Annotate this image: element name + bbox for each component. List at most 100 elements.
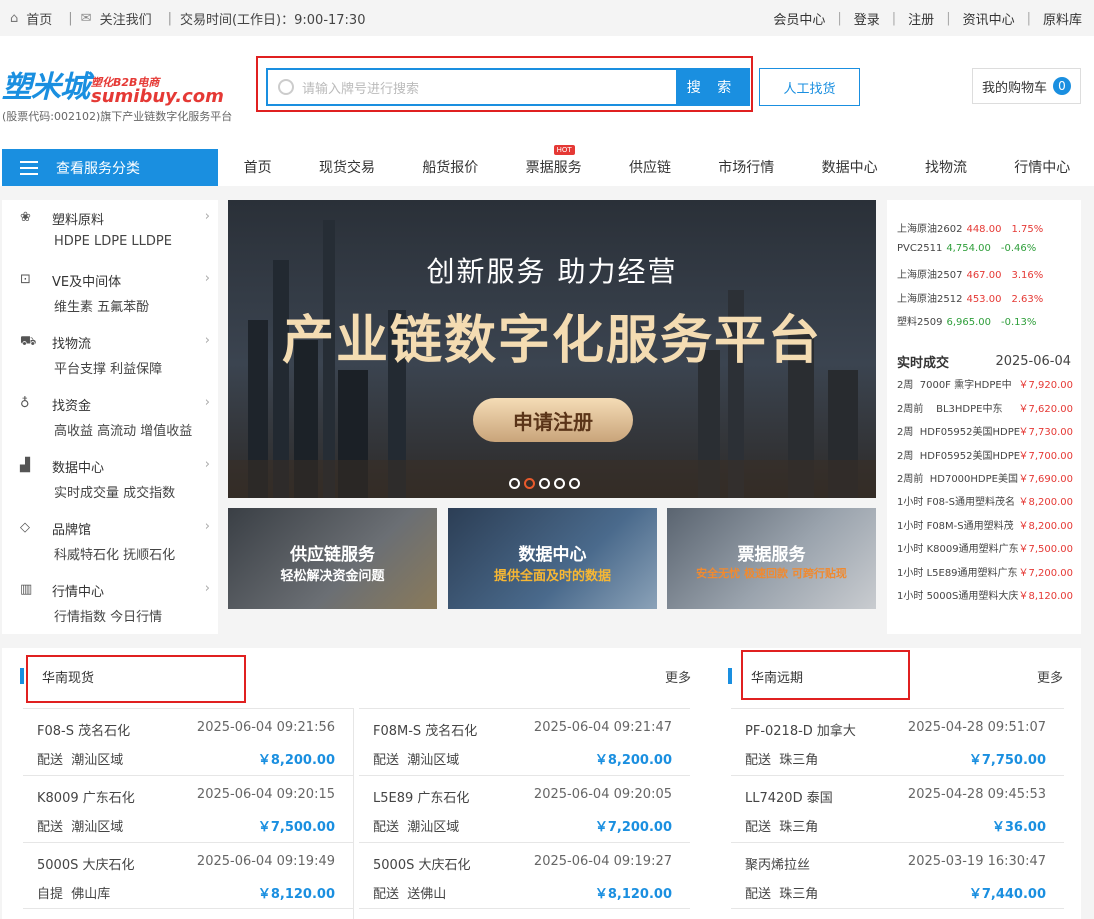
carousel-dot[interactable]: [569, 478, 580, 489]
listing-card[interactable]: K8009 广东石化 2025-06-04 09:20:15 配送 潮汕区域 ￥…: [23, 775, 353, 842]
listing-card[interactable]: L5E89 广东石化 2025-06-04 09:20:05 配送 潮汕区域 ￥…: [359, 775, 690, 842]
nav-bill-service[interactable]: 票据服务: [526, 160, 582, 176]
chevron-right-icon: ›: [204, 395, 210, 410]
listing-mode: 自提: [37, 887, 64, 902]
promo-title: 票据服务: [737, 545, 806, 565]
register-link[interactable]: 注册: [908, 9, 934, 28]
carousel-dot-active[interactable]: [524, 478, 535, 489]
trade-price: ￥8,120.00: [1018, 591, 1073, 602]
quote-row[interactable]: PVC2511 4,754.00 -0.46%: [897, 243, 1036, 254]
side-item-brand[interactable]: ◇ 品牌馆 科威特石化 抚顺石化 ›: [2, 510, 218, 572]
home-link[interactable]: 首页: [26, 9, 52, 28]
listing-card[interactable]: 聚丙烯拉丝 2025-03-19 16:30:47 配送 珠三角 ￥7,440.…: [731, 842, 1064, 909]
carousel-dot[interactable]: [554, 478, 565, 489]
category-button-label: 查看服务分类: [56, 160, 140, 177]
listing-time: 2025-06-04 09:19:49: [196, 854, 335, 869]
nav-supply-chain[interactable]: 供应链: [629, 157, 671, 177]
trade-row[interactable]: 1小时 5000S通用塑料大庆 ￥8,120.00: [897, 587, 1073, 602]
trade-row[interactable]: 1小时 F08M-S通用塑料茂 ￥8,200.00: [897, 517, 1073, 532]
search-input[interactable]: 请输入牌号进行搜索: [268, 70, 676, 104]
promo-bill-service[interactable]: 票据服务 安全无忧 极速回款 可跨行贴现: [667, 508, 876, 609]
listing-card[interactable]: PF-0218-D 加拿大 2025-04-28 09:51:07 配送 珠三角…: [731, 708, 1064, 775]
more-link[interactable]: 更多: [1037, 667, 1063, 686]
manual-search-button[interactable]: 人工找货: [759, 68, 860, 106]
nav-market[interactable]: 市场行情: [718, 157, 774, 177]
side-item-ve[interactable]: ⊡ VE及中间体 维生素 五氟苯酚 ›: [2, 262, 218, 324]
promo-supply-chain[interactable]: 供应链服务 轻松解决资金问题: [228, 508, 437, 609]
side-item-logistics[interactable]: ⛟ 找物流 平台支撑 利益保障 ›: [2, 324, 218, 386]
search-button[interactable]: 搜 索: [676, 70, 748, 104]
follow-link[interactable]: 关注我们: [100, 9, 152, 28]
listing-mode: 配送: [745, 887, 772, 902]
hero-banner[interactable]: 创新服务 助力经营 产业链数字化服务平台 申请注册: [228, 200, 876, 498]
listing-price: ￥8,120.00: [594, 887, 672, 902]
quote-name: 上海原油2602: [897, 224, 963, 235]
molecule-icon: ❀: [20, 210, 31, 225]
listing-area: 潮汕区域: [407, 820, 460, 835]
nav-logistics[interactable]: 找物流: [925, 157, 967, 177]
listing-name: F08M-S 茂名石化: [373, 724, 478, 739]
trade-row[interactable]: 1小时 F08-S通用塑料茂名 ￥8,200.00: [897, 493, 1073, 508]
quote-row[interactable]: 上海原油2602 448.00 1.75%: [897, 220, 1043, 235]
listing-area: 佛山库: [71, 887, 111, 902]
side-item-data-center[interactable]: ▟ 数据中心 实时成交量 成交指数 ›: [2, 448, 218, 510]
quote-row[interactable]: 上海原油2507 467.00 3.16%: [897, 266, 1043, 281]
quote-name: 上海原油2512: [897, 294, 963, 305]
listing-delivery: 配送 潮汕区域: [373, 749, 459, 768]
listing-price: ￥7,500.00: [257, 820, 335, 835]
site-logo[interactable]: 塑米城 塑化B2B电商 sumibuy.com (股票代码:002102)旗下产…: [2, 62, 232, 124]
news-center-link[interactable]: 资讯中心: [963, 9, 1015, 28]
side-item-quote-center[interactable]: ▥ 行情中心 行情指数 今日行情 ›: [2, 572, 218, 634]
cart-button[interactable]: 我的购物车 0: [972, 68, 1081, 104]
login-link[interactable]: 登录: [854, 9, 880, 28]
side-item-plastics[interactable]: ❀ 塑料原料 HDPE LDPE LLDPE ›: [2, 200, 218, 262]
quote-row[interactable]: 上海原油2512 453.00 2.63%: [897, 290, 1043, 305]
listing-card[interactable]: 5000S 大庆石化 2025-06-04 09:19:49 自提 佛山库 ￥8…: [23, 842, 353, 909]
carousel-dot[interactable]: [539, 478, 550, 489]
listing-area: 珠三角: [779, 887, 819, 902]
listing-time: 2025-06-04 09:20:05: [533, 787, 672, 802]
chevron-right-icon: ›: [204, 333, 210, 348]
nav-data-center[interactable]: 数据中心: [822, 157, 878, 177]
listing-card[interactable]: LL7420D 泰国 2025-04-28 09:45:53 配送 珠三角 ￥3…: [731, 775, 1064, 842]
listing-price: ￥7,200.00: [594, 820, 672, 835]
trade-row[interactable]: 1小时 K8009通用塑料广东 ￥7,500.00: [897, 540, 1073, 555]
listing-name: K8009 广东石化: [37, 791, 135, 806]
side-item-funding[interactable]: ♁ 找资金 高收益 高流动 增值收益 ›: [2, 386, 218, 448]
trade-row[interactable]: 1小时 L5E89通用塑料广东 ￥7,200.00: [897, 564, 1073, 579]
trade-row[interactable]: 2周 HDF05952美国HDPE ￥7,700.00: [897, 447, 1073, 462]
promo-data-center[interactable]: 数据中心 提供全面及时的数据: [448, 508, 657, 609]
chevron-right-icon: ›: [204, 271, 210, 286]
listing-card[interactable]: F08M-S 茂名石化 2025-06-04 09:21:47 配送 潮汕区域 …: [359, 708, 690, 775]
banner-title: 产业链数字化服务平台: [281, 311, 822, 371]
nav-home[interactable]: 首页: [244, 157, 272, 177]
register-cta-button[interactable]: 申请注册: [473, 398, 633, 442]
member-center-link[interactable]: 会员中心: [773, 9, 825, 28]
promo-title: 数据中心: [518, 545, 587, 565]
trade-time: 1小时: [897, 544, 924, 555]
listing-name: L5E89 广东石化: [373, 791, 470, 806]
category-menu-button[interactable]: 查看服务分类: [2, 149, 218, 186]
more-link[interactable]: 更多: [665, 667, 691, 686]
trade-row[interactable]: 2周 HDF05952美国HDPE ￥7,730.00: [897, 423, 1073, 438]
trade-desc: L5E89通用塑料广东: [926, 568, 1018, 579]
hot-badge: HOT: [553, 145, 575, 155]
trade-row[interactable]: 2周 7000F 熏字HDPE中 ￥7,920.00: [897, 376, 1073, 391]
promo-subtitle: 轻松解决资金问题: [280, 569, 385, 584]
material-library-link[interactable]: 原料库: [1043, 9, 1082, 28]
listing-delivery: 配送 珠三角: [745, 883, 818, 902]
trade-time: 2周: [897, 427, 914, 438]
trade-row[interactable]: 2周前 HD7000HDPE美国 ￥7,690.00: [897, 470, 1073, 485]
listing-area: 潮汕区域: [71, 753, 124, 768]
side-item-sub: 实时成交量 成交指数: [54, 486, 176, 501]
quote-change: 3.16%: [1011, 270, 1044, 281]
trade-row[interactable]: 2周前 BL3HDPE中东 ￥7,620.00: [897, 400, 1073, 415]
nav-quote-center[interactable]: 行情中心: [1014, 157, 1070, 177]
carousel-dot[interactable]: [509, 478, 520, 489]
listing-card[interactable]: F08-S 茂名石化 2025-06-04 09:21:56 配送 潮汕区域 ￥…: [23, 708, 353, 775]
listing-card[interactable]: 5000S 大庆石化 2025-06-04 09:19:27 配送 送佛山 ￥8…: [359, 842, 690, 909]
nav-spot-trading[interactable]: 现货交易: [319, 157, 375, 177]
quote-row[interactable]: 塑料2509 6,965.00 -0.13%: [897, 313, 1036, 328]
listing-area: 珠三角: [779, 820, 819, 835]
nav-shipment-quote[interactable]: 船货报价: [422, 157, 478, 177]
